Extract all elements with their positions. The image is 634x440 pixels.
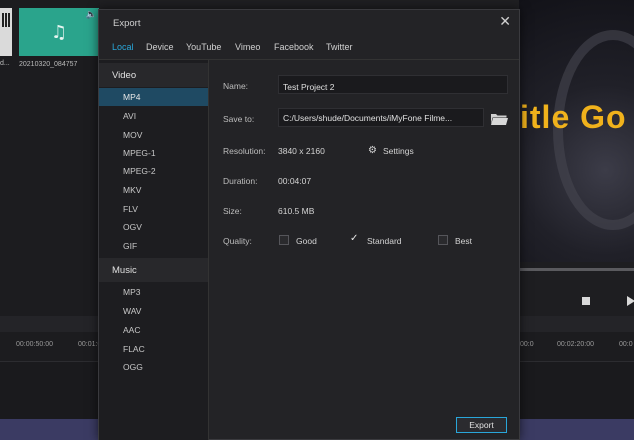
quality-label: Quality:: [223, 236, 252, 246]
export-button[interactable]: Export: [456, 417, 507, 433]
size-value: 610.5 MB: [278, 206, 315, 216]
name-label: Name:: [223, 81, 249, 91]
checkmark-icon[interactable]: ✓: [350, 233, 358, 244]
format-item-mpeg2[interactable]: MPEG-2: [99, 162, 208, 180]
tab-youtube[interactable]: YouTube: [186, 42, 221, 52]
folder-icon[interactable]: [490, 112, 508, 125]
resolution-label: Resolution:: [223, 146, 266, 156]
format-item-ogg[interactable]: OGG: [99, 358, 208, 376]
format-label: FLAC: [123, 344, 145, 354]
dialog-titlebar[interactable]: Export ✕: [99, 10, 519, 36]
volume-icon: 🔈: [85, 10, 97, 20]
format-label: FLV: [123, 204, 138, 214]
timeline-tick: 00:0: [619, 341, 633, 348]
video-group-label: Video: [112, 70, 137, 81]
duration-value: 00:04:07: [278, 176, 312, 186]
format-item-ogv[interactable]: OGV: [99, 218, 208, 236]
resolution-value: 3840 x 2160: [278, 146, 325, 156]
quality-good-label: Good: [296, 236, 317, 246]
format-item-aac[interactable]: AAC: [99, 321, 208, 339]
quality-best-label: Best: [455, 236, 473, 246]
quality-standard-label: Standard: [367, 236, 402, 246]
tab-device[interactable]: Device: [146, 42, 174, 52]
quality-best-checkbox[interactable]: [438, 235, 448, 245]
play-button[interactable]: [627, 296, 634, 306]
format-label: GIF: [123, 241, 138, 251]
settings-button[interactable]: Settings: [383, 146, 414, 156]
format-label: MP3: [123, 287, 141, 297]
dialog-title: Export: [113, 18, 141, 29]
format-item-wav[interactable]: WAV: [99, 302, 208, 320]
format-label: MP4: [123, 92, 141, 102]
timeline-clip[interactable]: [519, 419, 634, 440]
format-label: MOV: [123, 130, 143, 140]
format-list: Video MP4 AVI MOV MPEG-1 MPEG-2 MKV FLV …: [99, 60, 209, 440]
format-label: MPEG-1: [123, 148, 156, 158]
music-group-label: Music: [112, 265, 137, 276]
tab-facebook[interactable]: Facebook: [274, 42, 314, 52]
format-item-flv[interactable]: FLV: [99, 200, 208, 218]
save-to-label: Save to:: [223, 114, 255, 124]
tab-vimeo[interactable]: Vimeo: [235, 42, 260, 52]
timeline-clip[interactable]: [0, 419, 100, 440]
tab-twitter[interactable]: Twitter: [326, 42, 353, 52]
format-label: OGG: [123, 362, 143, 372]
format-item-mkv[interactable]: MKV: [99, 181, 208, 199]
format-label: MPEG-2: [123, 166, 156, 176]
format-item-mpeg1[interactable]: MPEG-1: [99, 144, 208, 162]
format-label: WAV: [123, 306, 142, 316]
media-label: d...: [0, 60, 10, 67]
media-label: 20210320_084757: [19, 61, 78, 68]
music-note-icon: ♫: [51, 22, 68, 43]
timeline-tick: 00:02:20:00: [557, 341, 594, 348]
format-item-avi[interactable]: AVI: [99, 107, 208, 125]
export-dialog: Export ✕ Local Device YouTube Vimeo Face…: [98, 9, 520, 440]
save-path-field[interactable]: C:/Users/shude/Documents/iMyFone Filme..…: [278, 108, 484, 127]
stop-button[interactable]: [582, 297, 590, 305]
preview-title-text: itle Go: [520, 99, 627, 135]
export-settings-panel: Name: Save to: C:/Users/shude/Documents/…: [210, 60, 520, 440]
quality-good-checkbox[interactable]: [279, 235, 289, 245]
format-label: AAC: [123, 325, 141, 335]
format-item-mov[interactable]: MOV: [99, 126, 208, 144]
gear-icon[interactable]: ⚙: [368, 145, 377, 156]
format-item-gif[interactable]: GIF: [99, 237, 208, 255]
timeline-tick: 00:0: [520, 341, 534, 348]
format-item-flac[interactable]: FLAC: [99, 340, 208, 358]
format-label: AVI: [123, 111, 137, 121]
duration-label: Duration:: [223, 176, 258, 186]
format-item-mp4[interactable]: MP4: [99, 88, 208, 106]
media-thumbnail-audio[interactable]: ♫ 🔈: [19, 8, 99, 56]
media-thumbnail-video[interactable]: [0, 8, 12, 56]
format-label: MKV: [123, 185, 142, 195]
format-label: OGV: [123, 222, 142, 232]
video-group-header: Video: [99, 63, 208, 87]
timeline-tick: 00:00:50:00: [16, 341, 53, 348]
export-tabs: Local Device YouTube Vimeo Facebook Twit…: [99, 36, 519, 60]
playback-controls: [519, 286, 634, 316]
close-icon[interactable]: ✕: [499, 14, 511, 30]
music-group-header: Music: [99, 258, 208, 282]
format-item-mp3[interactable]: MP3: [99, 283, 208, 301]
size-label: Size:: [223, 206, 242, 216]
tab-local[interactable]: Local: [112, 42, 134, 52]
name-input[interactable]: [278, 75, 508, 94]
preview-scrubber[interactable]: [519, 268, 634, 271]
